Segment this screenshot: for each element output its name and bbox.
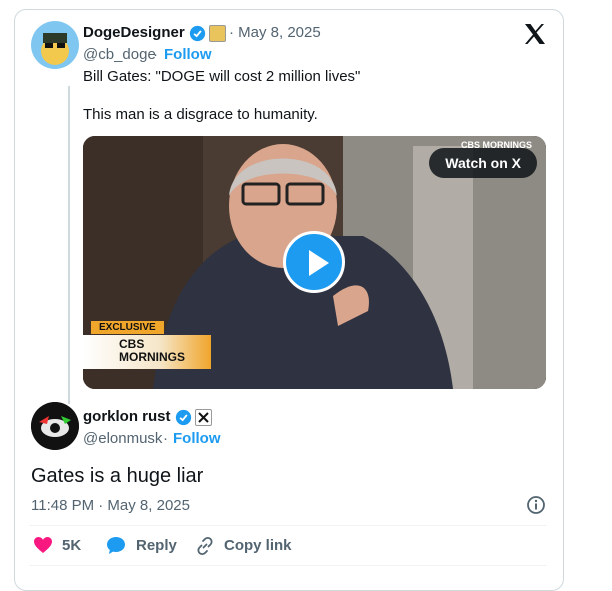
watch-on-x-button[interactable]: Watch on X xyxy=(429,148,537,178)
divider xyxy=(29,525,547,526)
reply-text: Gates is a huge liar xyxy=(31,465,204,487)
quoted-post-date[interactable]: · May 8, 2025 xyxy=(229,24,321,41)
thread-line xyxy=(68,86,70,404)
reply-author-handle[interactable]: @elonmusk xyxy=(83,430,162,447)
reply-bubble-icon[interactable] xyxy=(106,536,126,560)
verified-badge-icon xyxy=(189,25,206,47)
handle-separator: · xyxy=(153,46,158,63)
quoted-author-name[interactable]: DogeDesigner xyxy=(83,24,185,41)
embedded-post-card: DogeDesigner · May 8, 2025 @cb_doge · Fo… xyxy=(14,9,564,591)
dogedesigner-avatar[interactable] xyxy=(31,21,79,69)
exclusive-banner: EXCLUSIVE CBS MORNINGS xyxy=(83,321,213,371)
video-player[interactable]: Watch on X CBS MORNINGS EXCLUSIVE CBS MO… xyxy=(83,136,546,389)
reply-author-name[interactable]: gorklon rust xyxy=(83,408,171,425)
affiliate-badge-icon xyxy=(209,25,226,42)
like-heart-icon[interactable] xyxy=(33,536,53,559)
gorklon-avatar[interactable] xyxy=(31,402,79,450)
quoted-author-handle[interactable]: @cb_doge xyxy=(83,46,156,63)
exclusive-label: EXCLUSIVE xyxy=(91,321,164,334)
quoted-follow-link[interactable]: Follow xyxy=(164,46,212,63)
divider xyxy=(29,565,547,566)
quoted-text-line2: This man is a disgrace to humanity. xyxy=(83,106,318,123)
reply-button[interactable]: Reply xyxy=(136,537,177,554)
reply-timestamp[interactable]: 11:48 PM · May 8, 2025 xyxy=(31,497,190,514)
cbs-eye-logo: CBS xyxy=(119,337,145,351)
cbs-mornings-logo: CBS MORNINGS xyxy=(83,335,211,369)
info-icon[interactable] xyxy=(526,495,546,520)
mornings-label: MORNINGS xyxy=(119,350,185,364)
verified-badge-icon xyxy=(175,409,192,431)
like-count[interactable]: 5K xyxy=(62,537,81,554)
copy-link-button[interactable]: Copy link xyxy=(224,537,292,554)
x-logo-icon[interactable] xyxy=(523,23,547,50)
quoted-text-line1: Bill Gates: "DOGE will cost 2 million li… xyxy=(83,68,361,85)
x-affiliate-badge-icon xyxy=(195,409,212,426)
cbs-watermark: CBS MORNINGS xyxy=(460,140,532,150)
reply-follow-link[interactable]: Follow xyxy=(173,430,221,447)
link-icon[interactable] xyxy=(195,536,215,561)
play-button[interactable] xyxy=(283,231,345,293)
handle-separator: · xyxy=(163,430,168,447)
